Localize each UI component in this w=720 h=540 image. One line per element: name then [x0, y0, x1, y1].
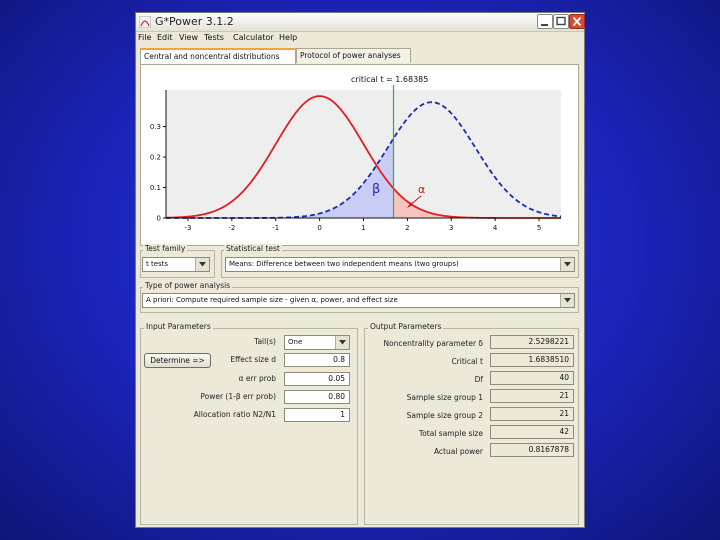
tab-protocol[interactable]: Protocol of power analyses — [296, 48, 411, 63]
test-family-label: Test family — [143, 244, 188, 253]
x-tick-label: -1 — [272, 224, 279, 232]
alpha-err-field[interactable]: 0.05 — [284, 372, 350, 386]
title-bar: G*Power 3.1.2 — [136, 13, 585, 32]
total-sample-size-label: Total sample size — [418, 429, 483, 438]
x-tick-label: 0 — [317, 224, 321, 232]
test-family-value: t tests — [146, 260, 169, 268]
tab-distributions[interactable]: Central and noncentral distributions — [140, 48, 296, 64]
app-icon — [139, 16, 151, 28]
output-parameters-label: Output Parameters — [368, 322, 444, 331]
x-tick-label: 1 — [361, 224, 365, 232]
window-title: G*Power 3.1.2 — [155, 15, 234, 28]
x-tick-label: 4 — [493, 224, 498, 232]
power-analysis-select[interactable]: A priori: Compute required sample size -… — [142, 293, 575, 308]
menu-view[interactable]: View — [179, 33, 198, 42]
chevron-down-icon — [339, 340, 346, 345]
alpha-err-label: α err prob — [238, 374, 276, 383]
sample-size-2-label: Sample size group 2 — [406, 411, 483, 420]
test-family-select[interactable]: t tests — [142, 257, 210, 272]
tails-value: One — [288, 338, 303, 346]
critical-t-value: 1.6838510 — [490, 353, 574, 367]
beta-label: β — [372, 182, 380, 197]
determine-button[interactable]: Determine => — [144, 353, 211, 368]
sample-size-1-value: 21 — [490, 389, 574, 403]
df-value: 40 — [490, 371, 574, 385]
y-tick-label: 0.2 — [150, 154, 161, 162]
x-tick-label: -2 — [228, 224, 235, 232]
close-button[interactable] — [569, 14, 585, 29]
menu-file[interactable]: File — [138, 33, 151, 42]
menu-edit[interactable]: Edit — [157, 33, 173, 42]
chevron-down-icon — [199, 262, 206, 267]
y-tick-label: 0 — [157, 215, 161, 223]
allocation-ratio-label: Allocation ratio N2/N1 — [193, 410, 276, 419]
total-sample-size-value: 42 — [490, 425, 574, 439]
menu-tests[interactable]: Tests — [204, 33, 224, 42]
sample-size-2-value: 21 — [490, 407, 574, 421]
chevron-down-icon — [564, 262, 571, 267]
power-analysis-label: Type of power analysis — [143, 281, 233, 290]
effect-size-label: Effect size d — [230, 355, 276, 364]
distribution-plot-panel: -3 -2 -1 0 1 2 3 4 5 0 0.1 0.2 0.3 critical t = 1.68… — [140, 64, 579, 246]
statistical-test-label: Statistical test — [224, 244, 282, 253]
actual-power-label: Actual power — [433, 447, 483, 456]
tab-strip: Central and noncentral distributions Pro… — [140, 48, 580, 64]
noncentrality-label: Noncentrality parameter δ — [383, 339, 483, 348]
x-tick-label: 2 — [405, 224, 409, 232]
distribution-plot: -3 -2 -1 0 1 2 3 4 5 0 0.1 0.2 0.3 critical t = 1.68… — [150, 75, 562, 232]
critical-t-label: critical t = 1.68385 — [351, 75, 428, 84]
minimize-icon — [541, 24, 548, 26]
maximize-button[interactable] — [553, 14, 569, 29]
menu-help[interactable]: Help — [279, 33, 297, 42]
statistical-test-value: Means: Difference between two independen… — [229, 260, 459, 268]
alpha-label: α — [418, 183, 425, 196]
minimize-button[interactable] — [537, 14, 553, 29]
chevron-down-icon — [564, 298, 571, 303]
actual-power-value: 0.8167878 — [490, 443, 574, 457]
effect-size-field[interactable]: 0.8 — [284, 353, 350, 367]
critical-t-output-label: Critical t — [451, 357, 483, 366]
y-tick-label: 0.3 — [150, 123, 161, 131]
tails-label: Tail(s) — [254, 337, 276, 346]
sample-size-1-label: Sample size group 1 — [406, 393, 483, 402]
x-tick-label: -3 — [184, 224, 191, 232]
y-tick-label: 0.1 — [150, 184, 161, 192]
gpower-window: G*Power 3.1.2 File Edit View Tests Calcu… — [135, 12, 585, 528]
power-analysis-value: A priori: Compute required sample size -… — [146, 296, 398, 304]
df-label: Df — [474, 375, 483, 384]
power-label: Power (1-β err prob) — [200, 392, 276, 401]
maximize-icon — [556, 16, 566, 26]
x-tick-label: 3 — [449, 224, 453, 232]
menu-calculator[interactable]: Calculator — [233, 33, 274, 42]
input-parameters-label: Input Parameters — [144, 322, 213, 331]
allocation-ratio-field[interactable]: 1 — [284, 408, 350, 422]
close-icon — [572, 16, 582, 27]
statistical-test-select[interactable]: Means: Difference between two independen… — [225, 257, 575, 272]
noncentrality-value: 2.5298221 — [490, 335, 574, 349]
x-tick-label: 5 — [537, 224, 541, 232]
menu-bar: File Edit View Tests Calculator Help — [136, 31, 584, 45]
tails-select[interactable]: One — [284, 335, 350, 350]
power-field[interactable]: 0.80 — [284, 390, 350, 404]
